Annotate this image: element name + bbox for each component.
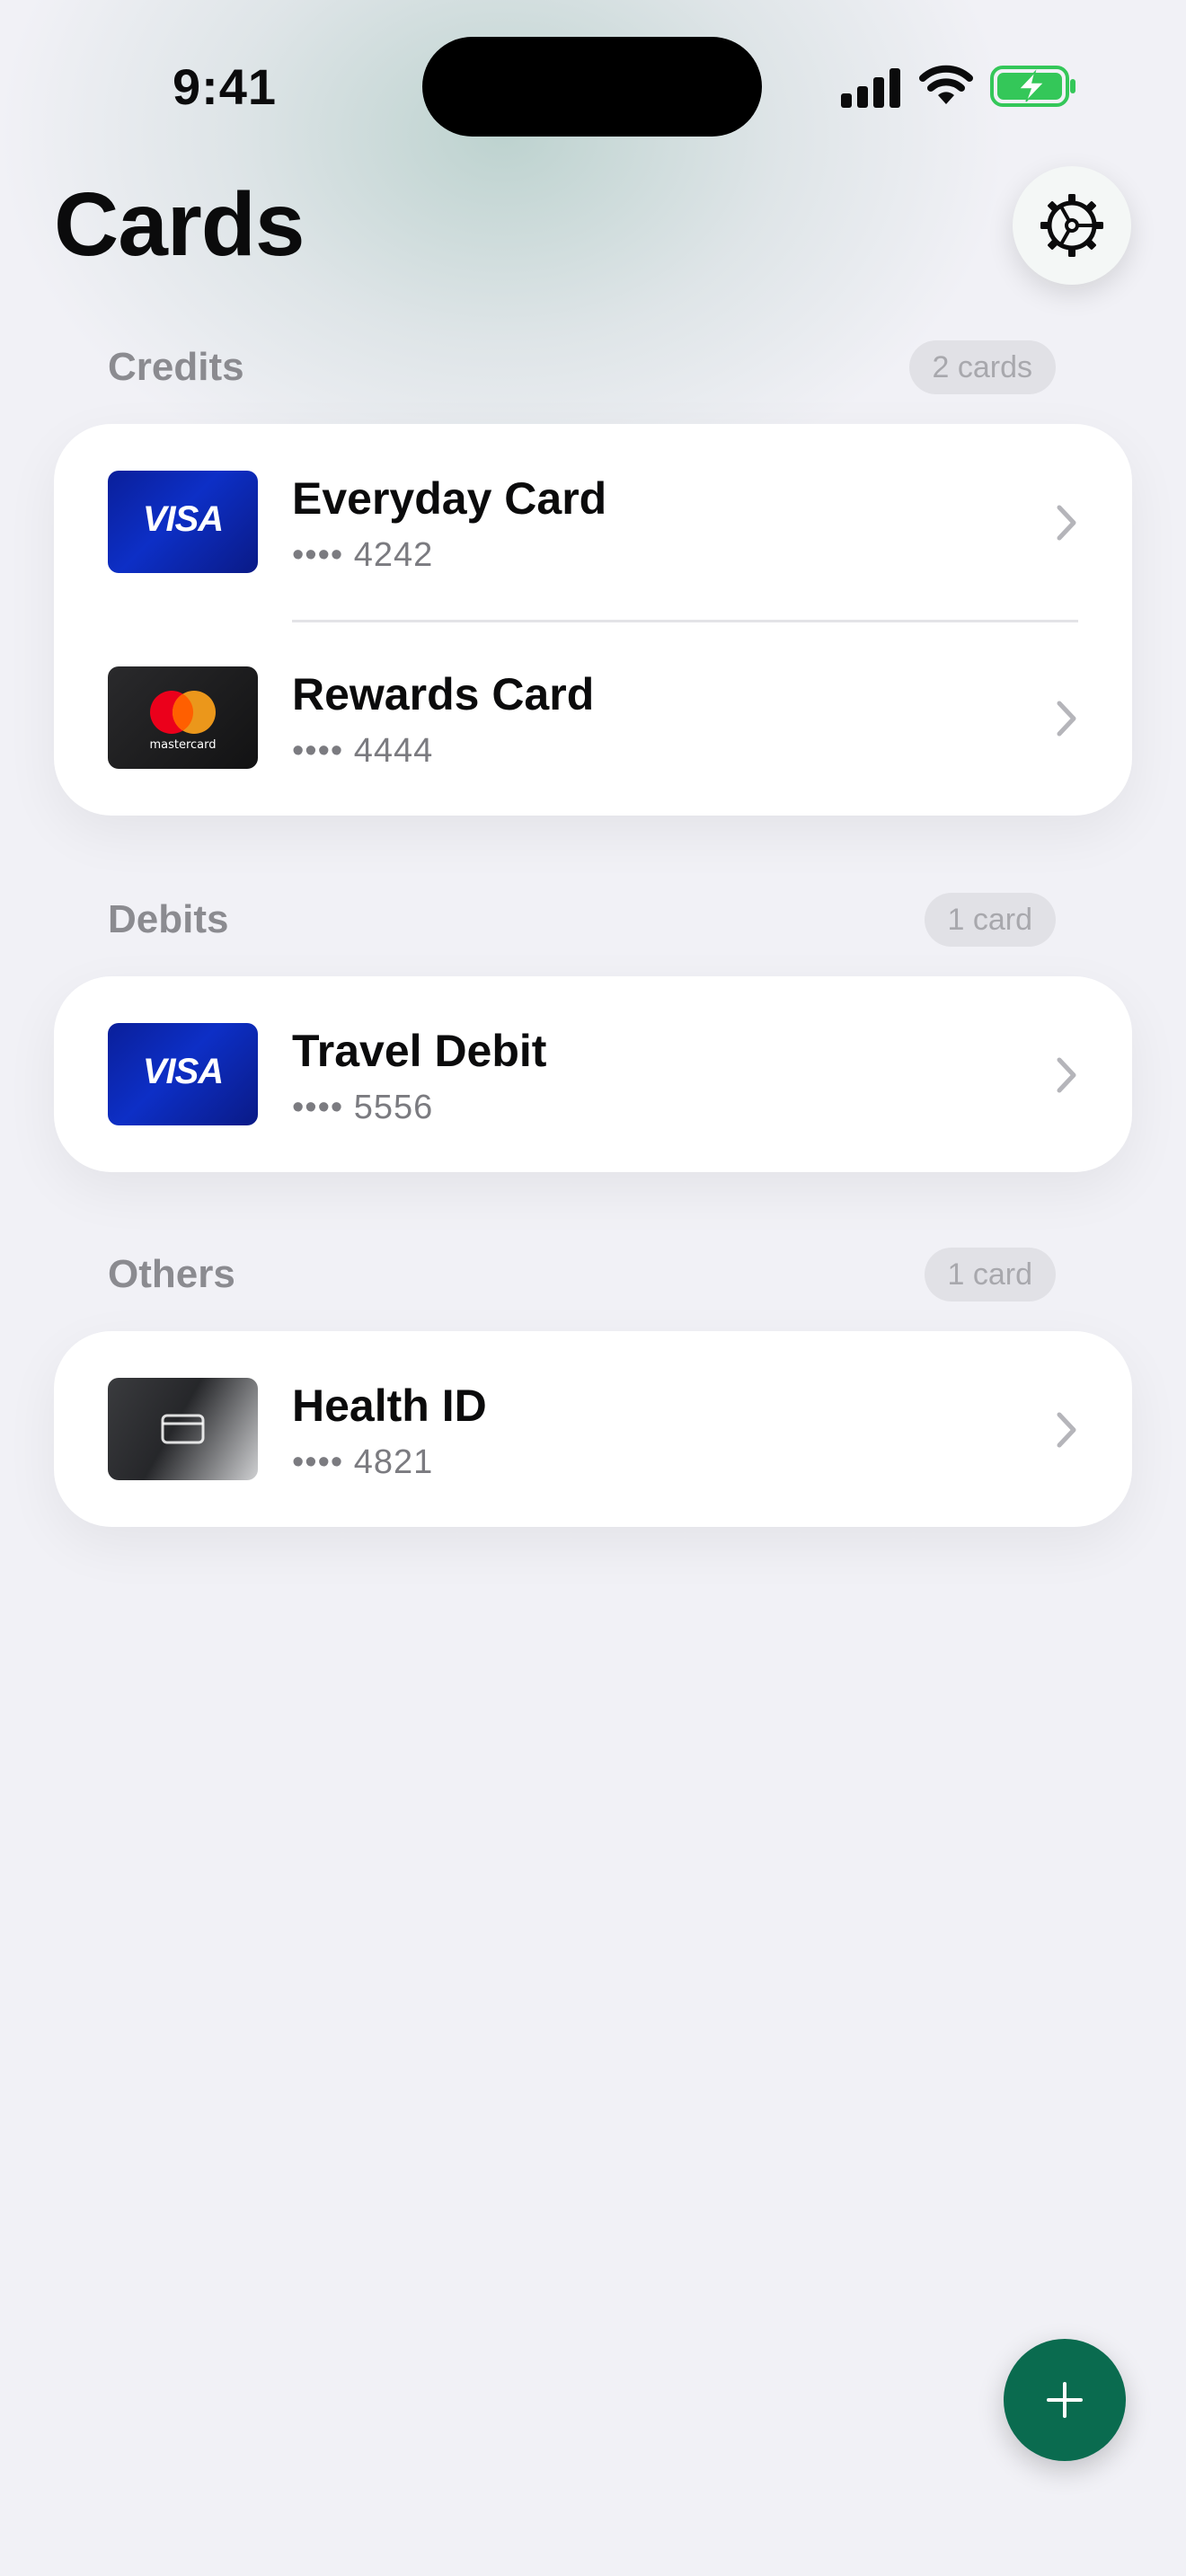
card-name: Everyday Card (292, 473, 607, 524)
chevron-right-icon (1057, 1057, 1076, 1093)
card-number: •••• 4444 (292, 732, 434, 770)
card-group-others: Health ID •••• 4821 (54, 1331, 1132, 1527)
chevron-right-icon (1057, 701, 1076, 737)
card-row-rewards[interactable]: mastercard Rewards Card •••• 4444 (54, 620, 1132, 816)
cellular-signal-icon (841, 68, 900, 108)
section-label-debits: Debits (108, 897, 229, 941)
card-number: •••• 4242 (292, 536, 434, 574)
card-group-debits: VISA Travel Debit •••• 5556 (54, 976, 1132, 1172)
visa-card-thumbnail: VISA (108, 471, 258, 573)
card-name: Travel Debit (292, 1026, 547, 1076)
visa-logo: VISA (142, 1052, 224, 1091)
card-name: Rewards Card (292, 669, 595, 719)
count-badge-others: 1 card (924, 1248, 1056, 1301)
card-row-travel-debit[interactable]: VISA Travel Debit •••• 5556 (54, 976, 1132, 1172)
chevron-right-icon (1057, 505, 1076, 541)
card-row-health-id[interactable]: Health ID •••• 4821 (54, 1331, 1132, 1527)
chevron-right-icon (1057, 1412, 1076, 1448)
section-label-others: Others (108, 1252, 235, 1296)
card-row-everyday[interactable]: VISA Everyday Card •••• 4242 (54, 424, 1132, 620)
count-badge-debits: 1 card (924, 893, 1056, 947)
status-time: 9:41 (172, 58, 278, 115)
visa-logo: VISA (142, 499, 224, 539)
mastercard-card-thumbnail: mastercard (108, 666, 258, 769)
wifi-icon (919, 65, 973, 104)
add-card-button[interactable] (1004, 2339, 1126, 2461)
card-group-credits: VISA Everyday Card •••• 4242 mastercard … (54, 424, 1132, 816)
gear-icon (1040, 194, 1103, 257)
generic-card-thumbnail (108, 1378, 258, 1480)
count-badge-credits: 2 cards (908, 340, 1056, 394)
card-number: •••• 5556 (292, 1089, 434, 1126)
battery-charging-icon (990, 66, 1075, 107)
mastercard-wordmark: mastercard (149, 738, 217, 752)
dynamic-island (422, 37, 762, 137)
plus-icon (1047, 2382, 1083, 2418)
visa-card-thumbnail: VISA (108, 1023, 258, 1125)
card-name: Health ID (292, 1381, 487, 1431)
page-title: Cards (54, 174, 305, 275)
card-number: •••• 4821 (292, 1443, 434, 1481)
section-label-credits: Credits (108, 345, 244, 389)
settings-button[interactable] (1013, 166, 1131, 285)
mastercard-logo (150, 691, 216, 734)
credit-card-icon (161, 1414, 205, 1444)
